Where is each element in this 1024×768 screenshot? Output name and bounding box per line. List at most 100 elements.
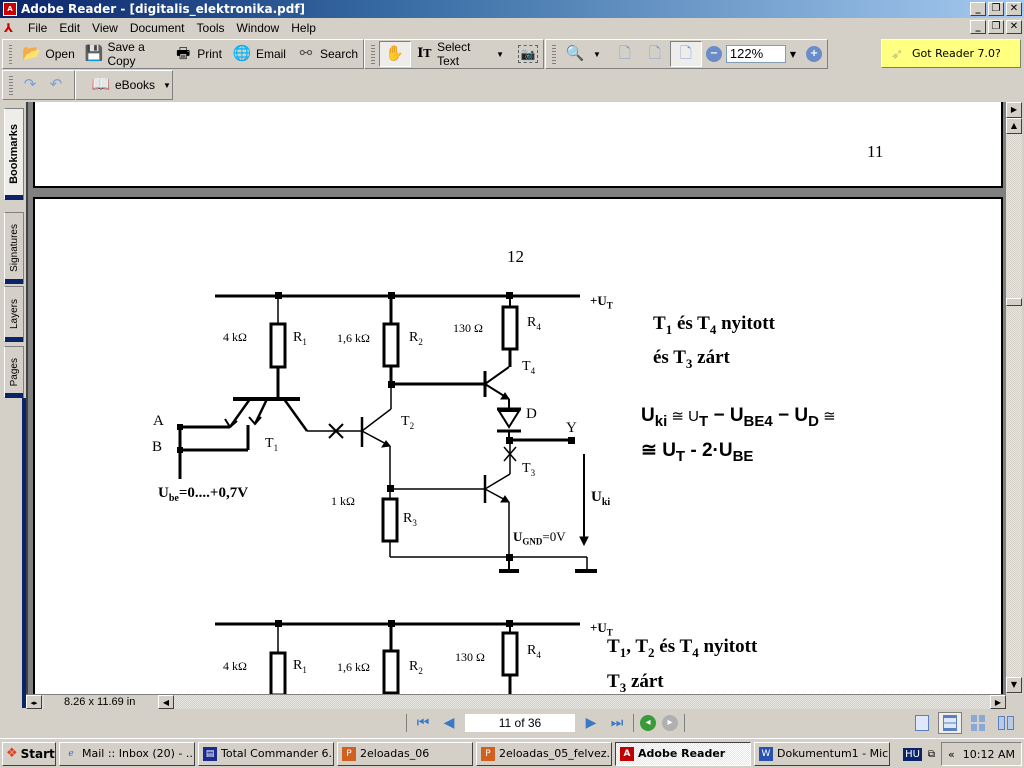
close-button[interactable]: ✕ — [1006, 2, 1022, 16]
chevron-down-icon[interactable]: ▼ — [159, 81, 175, 90]
zoom-in-tool-button[interactable]: 🔍 ▼ — [560, 41, 610, 67]
doc-minimize-button[interactable]: _ — [970, 20, 986, 34]
notification-area: « 10:12 AM — [941, 742, 1022, 766]
rotate-clockwise-button[interactable]: ↷ — [17, 72, 43, 98]
snapshot-button[interactable]: 📷 — [513, 41, 543, 67]
zoom-out-button[interactable]: − — [705, 46, 722, 62]
expand-pane-button[interactable]: ▶ — [1006, 102, 1022, 118]
zoom-level-input[interactable]: 122% — [725, 45, 786, 63]
scroll-down-button[interactable]: ▼ — [1006, 677, 1022, 693]
minimize-button[interactable]: _ — [970, 2, 986, 16]
taskbar-item-2eloadas-05[interactable]: P 2eloadas_05_felvez... — [476, 741, 612, 766]
tab-bookmarks[interactable]: Bookmarks — [4, 108, 24, 200]
r2-value-2: 1,6 kΩ — [337, 660, 370, 674]
navigation-tabs: Bookmarks Signatures Layers Pages — [0, 102, 26, 708]
resistor-r2 — [382, 322, 400, 368]
powerpoint-icon: P — [342, 746, 356, 761]
menu-window[interactable]: Window — [231, 21, 286, 35]
tab-signatures[interactable]: Signatures — [4, 212, 24, 284]
doc-restore-button[interactable]: ❐ — [988, 20, 1004, 34]
hand-tool-button[interactable]: ✋ — [378, 41, 411, 67]
scroll-up-button[interactable]: ▲ — [1006, 118, 1022, 134]
restore-button[interactable]: ❐ — [988, 2, 1004, 16]
taskbar-item-total-commander[interactable]: ▤ Total Commander 6... — [198, 741, 334, 766]
select-text-button[interactable]: IT Select Text ▼ — [411, 40, 513, 68]
tab-pages[interactable]: Pages — [4, 346, 24, 398]
taskbar-item-word[interactable]: W Dokumentum1 - Micr... — [754, 741, 890, 766]
continuous-button[interactable] — [938, 712, 962, 734]
first-page-button[interactable]: ⏮ — [413, 713, 433, 733]
menu-help[interactable]: Help — [285, 21, 322, 35]
got-reader-banner[interactable]: ➶ Got Reader 7.0? — [881, 39, 1021, 68]
last-page-button[interactable]: ⏭ — [607, 713, 627, 733]
menu-tools[interactable]: Tools — [191, 21, 231, 35]
ebooks-button[interactable]: 📖 eBooks ▼ — [86, 72, 180, 98]
actual-size-button[interactable]: 🗋 — [610, 41, 640, 67]
fit-page-button[interactable]: 🗋 — [640, 41, 670, 67]
r2-label-2: R2 — [409, 659, 423, 676]
go-back-button[interactable]: ◂ — [640, 715, 656, 731]
go-forward-button[interactable]: ▸ — [662, 715, 678, 731]
pdf-document-icon[interactable]: ⅄ — [4, 21, 18, 35]
menu-document[interactable]: Document — [124, 21, 191, 35]
facing-button[interactable] — [994, 712, 1018, 734]
text-cursor-icon: IT — [417, 46, 432, 61]
scroll-thumb[interactable] — [1006, 298, 1022, 306]
page-size-readout: 8.26 x 11.69 in — [44, 695, 164, 709]
pdf-page-11: 11 — [33, 102, 1003, 188]
restore-tray-icon[interactable]: ⧉ — [928, 749, 935, 760]
scroll-right-button[interactable]: ▶ — [990, 695, 1006, 709]
menu-file[interactable]: File — [22, 21, 53, 35]
previous-page-button[interactable]: ◀ — [439, 713, 459, 733]
single-page-icon — [915, 715, 929, 731]
print-button[interactable]: 🖶 Print — [168, 41, 227, 67]
show-hidden-icons-button[interactable]: « — [948, 748, 955, 761]
menu-edit[interactable]: Edit — [53, 21, 86, 35]
menu-view[interactable]: View — [86, 21, 124, 35]
language-indicator[interactable]: HU — [903, 747, 922, 761]
email-button[interactable]: 🌐 Email — [227, 41, 291, 67]
toolbar-grip[interactable] — [9, 75, 13, 95]
floppy-icon: ▤ — [203, 746, 217, 761]
state-description-4: T3 zárt — [607, 671, 664, 694]
document-view[interactable]: 11 12 4 kΩ R1 1,6 kΩ R2 130 Ω R4 +UT T4 … — [26, 102, 1007, 694]
doc-close-button[interactable]: ✕ — [1006, 20, 1022, 34]
clock[interactable]: 10:12 AM — [963, 748, 1015, 761]
save-copy-button[interactable]: 💾 Save a Copy — [80, 40, 169, 68]
chevron-down-icon[interactable]: ▼ — [492, 50, 508, 59]
split-pane-handle[interactable]: ◂▸ — [26, 695, 42, 709]
open-button[interactable]: 📂 Open — [16, 41, 79, 67]
toolbar-grip[interactable] — [552, 44, 556, 64]
taskbar-item-adobe-reader[interactable]: A Adobe Reader — [615, 741, 751, 766]
taskbar-item-2eloadas-06[interactable]: P 2eloadas_06 — [337, 741, 473, 766]
continuous-facing-button[interactable] — [966, 712, 990, 734]
chevron-down-icon[interactable]: ▼ — [589, 50, 605, 59]
t1-label: T1 — [265, 436, 279, 453]
page-number-input[interactable]: 11 of 36 — [465, 714, 575, 732]
single-page-button[interactable] — [910, 712, 934, 734]
open-folder-icon: 📂 — [22, 45, 41, 62]
state-description-2: és T3 zárt — [653, 347, 730, 371]
page-number: 11 — [867, 142, 884, 161]
input-b-label: B — [152, 439, 163, 455]
rotate-counterclockwise-button[interactable]: ↶ — [43, 72, 69, 98]
r4-label-2: R4 — [527, 643, 541, 660]
camera-icon: 📷 — [518, 45, 538, 63]
resistor-r3 — [381, 497, 399, 543]
vertical-scrollbar[interactable]: ▶ ▲ ▼ — [1006, 102, 1022, 694]
search-button[interactable]: ⚯ Search — [291, 41, 363, 67]
toolbar-grip[interactable] — [9, 44, 13, 64]
horizontal-scrollbar[interactable]: ◂▸ 8.26 x 11.69 in ◀ ▶ — [26, 694, 1006, 709]
zoom-in-button[interactable]: + — [806, 46, 823, 62]
r1-label-2: R1 — [293, 658, 307, 675]
scroll-left-button[interactable]: ◀ — [158, 695, 174, 709]
start-button[interactable]: ❖ Start — [2, 741, 56, 766]
toolbar-grip[interactable] — [371, 44, 375, 64]
next-page-button[interactable]: ▶ — [581, 713, 601, 733]
output-voltage-formula-line-2: ≅ UT - 2·UBE — [641, 440, 754, 465]
windows-logo-icon: ❖ — [6, 746, 18, 761]
tab-layers[interactable]: Layers — [4, 286, 24, 342]
taskbar-item-mail[interactable]: ℯ Mail :: Inbox (20) - ... — [59, 741, 195, 766]
fit-width-button[interactable]: 🗋 — [669, 41, 702, 67]
zoom-dropdown-icon[interactable]: ▼ — [786, 50, 800, 59]
